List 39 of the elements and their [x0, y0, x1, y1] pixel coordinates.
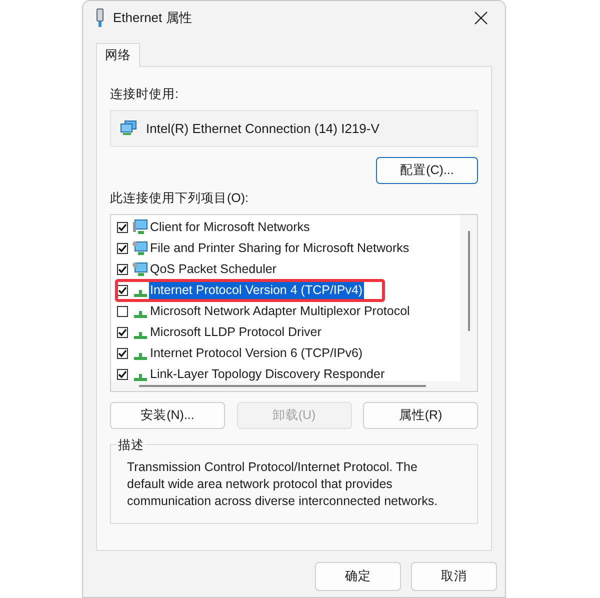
network-computer-icon: [132, 219, 148, 235]
action-button[interactable]: 属性(R): [363, 402, 478, 428]
checkbox[interactable]: [117, 284, 128, 296]
checkbox[interactable]: [117, 326, 128, 338]
list-item[interactable]: Client for Microsoft Networks: [149, 218, 311, 236]
dialog-button[interactable]: 取消: [411, 562, 497, 591]
network-connector-icon: [134, 310, 147, 318]
network-connector-icon: [134, 332, 147, 338]
close-icon: [474, 11, 488, 25]
action-button[interactable]: 安装(N)...: [110, 402, 225, 428]
checkbox[interactable]: [117, 368, 128, 380]
list-item[interactable]: Microsoft Network Adapter Multiplexor Protocol: [149, 302, 411, 320]
tab[interactable]: 网络: [96, 43, 140, 67]
list-item[interactable]: Link-Layer Topology Discovery Responder: [149, 364, 386, 380]
field-label: 连接时使用:: [110, 86, 180, 103]
network-connector-icon: [134, 352, 147, 360]
checkbox[interactable]: [117, 348, 128, 358]
adapter-name: Intel(R) Ethernet Connection (14) I219-V: [146, 120, 380, 138]
ethernet-cable-icon: [95, 8, 105, 28]
list-label: 此连接使用下列项目(O):: [110, 190, 250, 207]
description-text: Transmission Control Protocol/Internet Protocol. The default wide area network protocol that provides communication across diverse interconnected networks.: [127, 458, 439, 510]
network-computer-icon: [132, 240, 148, 256]
list-item[interactable]: QoS Packet Scheduler: [149, 260, 278, 278]
dialog-button[interactable]: 确定: [315, 562, 401, 591]
vertical-scrollbar[interactable]: [460, 214, 477, 390]
configure-button[interactable]: 配置(C)...: [376, 156, 478, 184]
network-connector-icon: [134, 374, 147, 380]
checkbox[interactable]: [117, 306, 128, 316]
list-item[interactable]: Microsoft LLDP Protocol Driver: [149, 322, 322, 342]
list-item[interactable]: File and Printer Sharing for Microsoft Networks: [149, 238, 410, 258]
network-computer-icon: [132, 261, 148, 277]
checkbox[interactable]: [117, 264, 128, 274]
list-item[interactable]: Internet Protocol Version 6 (TCP/IPv6): [149, 344, 364, 362]
checkbox[interactable]: [117, 222, 128, 232]
network-connector-icon: [134, 290, 147, 296]
window-title: Ethernet 属性: [113, 9, 192, 28]
horizontal-scrollbar[interactable]: [111, 380, 460, 390]
checkbox[interactable]: [117, 242, 128, 254]
network-adapter-icon: [120, 120, 137, 136]
